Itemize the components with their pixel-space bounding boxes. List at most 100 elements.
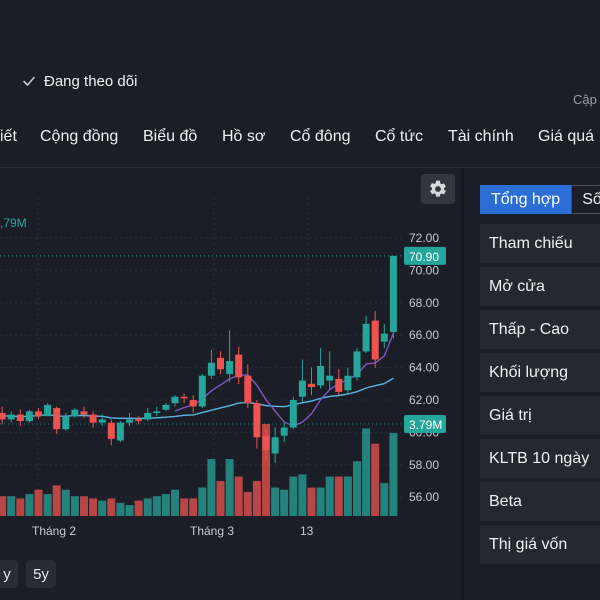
candle-body	[89, 414, 97, 423]
volume-bar	[225, 459, 234, 516]
tab-gia-qua-khu[interactable]: Giá quá	[538, 128, 594, 146]
candle-body	[35, 411, 42, 417]
x-tick-label: 13	[300, 524, 314, 538]
y-tick-label: 56.00	[409, 490, 439, 504]
candle-body	[380, 333, 388, 342]
tab-tong-hop[interactable]: Tổng hợp	[480, 185, 572, 214]
candle-body	[262, 435, 270, 451]
y-tick-label: 70.00	[409, 263, 439, 277]
volume-bar	[0, 496, 7, 516]
y-tick-label: 68.00	[409, 296, 439, 310]
candle-body	[207, 362, 215, 376]
volume-bar	[380, 483, 389, 516]
tab-co-tuc[interactable]: Cổ tức	[375, 128, 423, 146]
volume-bar	[198, 487, 207, 516]
volume-bar	[316, 487, 325, 516]
volume-bar	[289, 476, 298, 516]
candle-body	[280, 427, 288, 436]
candle-body	[226, 361, 234, 375]
follow-toggle[interactable]: Đang theo dõi	[22, 70, 137, 92]
candle-body	[189, 400, 197, 407]
range-1y-button[interactable]: y	[0, 560, 18, 588]
x-tick-label: Tháng 3	[190, 524, 234, 538]
candle-body	[180, 396, 188, 399]
main-tabs: iết Cộng đồng Biểu đồ Hồ sơ Cổ đông Cổ t…	[0, 124, 600, 152]
price-chart[interactable]: 72.0070.0068.0066.0064.0062.0060.0058.00…	[0, 168, 460, 600]
candle-body	[171, 396, 179, 404]
list-item: Mở cửa	[480, 267, 600, 306]
candle-body	[353, 351, 361, 378]
candle-body	[289, 400, 297, 428]
volume-bar	[107, 498, 116, 516]
candle-body	[16, 414, 24, 422]
candle-body	[98, 419, 106, 423]
y-tick-label: 64.00	[409, 361, 439, 375]
volume-bar	[152, 496, 161, 516]
list-item: Giá trị	[480, 396, 600, 435]
range-5y-button[interactable]: 5y	[26, 560, 56, 588]
volume-bar	[134, 500, 143, 516]
list-item: Beta	[480, 482, 600, 521]
tab-chi-tiet[interactable]: iết	[0, 128, 17, 146]
chart-settings-button[interactable]	[421, 174, 455, 204]
candle-body	[107, 422, 115, 439]
volume-bar	[98, 500, 107, 516]
candle-body	[335, 378, 343, 392]
volume-header-label: ,79M	[0, 216, 27, 230]
volume-bar	[80, 496, 88, 516]
volume-bar	[271, 487, 280, 516]
last-volume-label: 3.79M	[409, 418, 442, 432]
volume-bar	[216, 480, 225, 516]
candle-body	[126, 419, 133, 423]
y-tick-label: 72.00	[409, 231, 439, 245]
volume-bar	[125, 505, 134, 516]
tab-co-dong[interactable]: Cổ đông	[290, 128, 351, 146]
candle-body	[0, 412, 6, 420]
candle-body	[317, 365, 325, 386]
candle-body	[116, 422, 124, 441]
tab-tai-chinh[interactable]: Tài chính	[448, 128, 514, 146]
volume-bar	[243, 491, 252, 516]
volume-bar	[116, 502, 125, 516]
volume-bar	[234, 476, 243, 516]
candle-body	[162, 404, 170, 410]
price-chart-panel[interactable]: 72.0070.0068.0066.0064.0062.0060.0058.00…	[0, 168, 460, 600]
check-icon	[23, 76, 35, 86]
list-item: Thấp - Cao	[480, 310, 600, 349]
volume-bar	[171, 489, 179, 516]
volume-bar	[161, 494, 170, 516]
volume-bar	[70, 496, 79, 516]
tab-cong-dong[interactable]: Cộng đồng	[40, 128, 118, 146]
volume-bar	[189, 498, 198, 516]
last-price-label: 70.90	[409, 250, 439, 264]
candle-body	[389, 255, 397, 332]
volume-bar	[307, 487, 316, 516]
tab-bieu-do[interactable]: Biểu đồ	[143, 128, 197, 146]
volume-bar	[34, 489, 43, 516]
candle-body	[271, 437, 279, 454]
y-tick-label: 66.00	[409, 328, 439, 342]
volume-bar	[143, 498, 152, 516]
list-item: Khối lượng	[480, 353, 600, 392]
volume-bar	[7, 496, 16, 516]
candle-body	[80, 411, 88, 415]
volume-bar	[43, 494, 52, 516]
candle-body	[53, 408, 61, 430]
volume-bar	[353, 461, 361, 516]
gear-icon	[430, 180, 446, 197]
tab-so-lieu[interactable]: Số	[571, 185, 600, 214]
candle-body	[298, 380, 306, 397]
candle-body	[7, 414, 15, 420]
volume-bar	[16, 498, 25, 516]
candle-body	[244, 375, 252, 404]
volume-bar	[52, 485, 61, 516]
candle-body	[308, 383, 315, 388]
summary-tabs: Tổng hợp Số	[480, 185, 600, 214]
volume-bar	[25, 494, 34, 516]
volume-bar	[325, 476, 334, 516]
candle-body	[371, 320, 379, 360]
ma-fast-line	[174, 333, 395, 427]
tab-ho-so[interactable]: Hồ sơ	[222, 128, 265, 146]
candle-body	[344, 375, 352, 391]
summary-list: Tham chiếu Mở cửa Thấp - Cao Khối lượng …	[480, 224, 600, 568]
